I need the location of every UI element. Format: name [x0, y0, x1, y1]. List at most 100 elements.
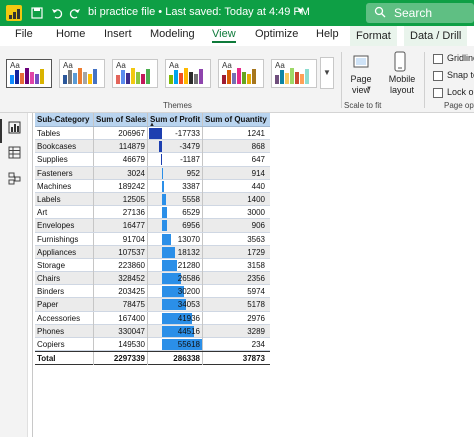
- theme-color-swatch: [252, 69, 256, 84]
- mobile-layout-label[interactable]: Mobile layout: [387, 74, 417, 96]
- save-icon[interactable]: [29, 5, 45, 21]
- table-row[interactable]: Appliances 107537 18132 1729: [35, 245, 270, 259]
- table-row[interactable]: Machines 189242 3387 440: [35, 179, 270, 193]
- table-row[interactable]: Bookcases 114879 -3479 868: [35, 140, 270, 154]
- theme-color-swatch: [73, 73, 77, 84]
- cell-sum-of-sales: 189242: [93, 179, 147, 193]
- tab-data-drill[interactable]: Data / Drill: [404, 26, 468, 46]
- theme-card[interactable]: Aa: [6, 59, 52, 88]
- cell-sum-of-quantity: 906: [202, 219, 267, 233]
- table-row[interactable]: Chairs 328452 26586 2356: [35, 272, 270, 286]
- cell-sum-of-profit: 5558: [147, 192, 202, 206]
- page-view-icon[interactable]: [352, 53, 370, 71]
- theme-color-swatch: [184, 68, 188, 84]
- cell-sum-of-profit: -3479: [147, 140, 202, 154]
- cell-sum-of-sales: 107537: [93, 245, 147, 259]
- cell-sum-of-quantity: 440: [202, 179, 267, 193]
- tab-view[interactable]: View: [212, 28, 236, 43]
- theme-card[interactable]: Aa: [165, 59, 211, 88]
- profit-value: 13070: [177, 234, 200, 244]
- tab-help[interactable]: Help: [316, 28, 339, 40]
- cell-sub-category: Bookcases: [37, 142, 77, 152]
- menu-bar: File Home Insert Modeling View Optimize …: [0, 26, 474, 46]
- table-row[interactable]: Storage 223860 21280 3158: [35, 258, 270, 273]
- total-sales: 2297339: [93, 352, 147, 366]
- profit-data-bar: [161, 167, 163, 179]
- theme-card[interactable]: Aa: [112, 59, 158, 88]
- column-header-sum-of-sales[interactable]: Sum of Sales: [93, 113, 147, 126]
- table-row[interactable]: Envelopes 16477 6956 906: [35, 219, 270, 233]
- theme-card[interactable]: Aa: [59, 59, 105, 88]
- tab-file[interactable]: File: [15, 28, 33, 40]
- cell-sum-of-quantity: 5974: [202, 285, 267, 299]
- table-row[interactable]: Tables 206967 -17733 1241: [35, 127, 270, 141]
- snap-to-grid-checkbox[interactable]: [433, 71, 443, 81]
- cell-sum-of-sales: 328452: [93, 272, 147, 286]
- table-row[interactable]: Binders 203425 30200 5974: [35, 285, 270, 299]
- table-row[interactable]: Accessories 167400 41936 2976: [35, 311, 270, 325]
- theme-color-swatch: [131, 68, 135, 84]
- cell-sub-category: Chairs: [37, 274, 61, 284]
- cell-sum-of-profit: 6956: [147, 219, 202, 233]
- tab-format[interactable]: Format: [350, 26, 397, 46]
- table-row[interactable]: Phones 330047 44516 3289: [35, 324, 270, 338]
- gridlines-checkbox[interactable]: [433, 54, 443, 64]
- table-row[interactable]: Fasteners 3024 952 914: [35, 166, 270, 180]
- theme-color-swatch: [227, 70, 231, 84]
- cell-sum-of-quantity: 1729: [202, 245, 267, 259]
- tab-optimize[interactable]: Optimize: [255, 28, 298, 40]
- cell-sub-category: Accessories: [37, 313, 81, 323]
- theme-color-swatches: [116, 68, 150, 84]
- table-view-icon[interactable]: [7, 145, 21, 159]
- table-row[interactable]: Copiers 149530 55618 234: [35, 338, 270, 352]
- tab-modeling[interactable]: Modeling: [150, 28, 195, 40]
- table-row[interactable]: Supplies 46679 -1187 647: [35, 153, 270, 167]
- profit-data-bar: [161, 233, 172, 245]
- theme-card[interactable]: Aa: [218, 59, 264, 88]
- theme-color-swatch: [63, 75, 67, 84]
- cell-sum-of-profit: 13070: [147, 232, 202, 246]
- cell-sub-category: Copiers: [37, 340, 65, 349]
- page-view-label[interactable]: Page view: [348, 74, 374, 96]
- redo-icon[interactable]: [67, 5, 83, 21]
- search-box[interactable]: Search: [366, 3, 474, 23]
- cell-sum-of-sales: 114879: [93, 140, 147, 154]
- column-header-sub-category[interactable]: Sub-Category: [37, 113, 93, 126]
- title-dropdown-icon[interactable]: ▼: [296, 6, 305, 16]
- theme-color-swatch: [232, 73, 236, 84]
- table-row[interactable]: Art 27136 6529 3000: [35, 206, 270, 220]
- profit-value: 3387: [182, 181, 200, 191]
- table-row[interactable]: Labels 12505 5558 1400: [35, 192, 270, 207]
- tab-home[interactable]: Home: [56, 28, 85, 40]
- theme-color-swatch: [285, 73, 289, 84]
- profit-value: -17733: [175, 129, 200, 138]
- theme-color-swatch: [78, 68, 82, 84]
- undo-icon[interactable]: [49, 5, 65, 21]
- lock-objects-checkbox[interactable]: [433, 88, 443, 98]
- cell-sum-of-sales: 203425: [93, 285, 147, 299]
- column-header-sum-of-profit[interactable]: Sum of Profit: [147, 113, 202, 126]
- profit-value: 41936: [177, 313, 200, 323]
- cell-sum-of-sales: 330047: [93, 324, 147, 338]
- cell-sum-of-quantity: 647: [202, 153, 267, 167]
- profit-data-bar: [149, 128, 162, 139]
- profit-data-bar: [161, 246, 175, 258]
- table-row[interactable]: Furnishings 91704 13070 3563: [35, 232, 270, 246]
- mobile-layout-icon[interactable]: [393, 51, 407, 73]
- page-view-dropdown-icon[interactable]: ▼: [366, 86, 372, 92]
- report-view-icon[interactable]: [7, 120, 21, 134]
- page-options-group-label: Page opti: [444, 101, 474, 110]
- table-row[interactable]: Paper 78475 34053 5178: [35, 298, 270, 312]
- theme-card[interactable]: Aa: [271, 59, 317, 88]
- tab-insert[interactable]: Insert: [104, 28, 132, 40]
- ribbon-separator: [424, 52, 425, 108]
- themes-more-button[interactable]: ▼: [320, 57, 334, 89]
- cell-sum-of-profit: 34053: [147, 298, 202, 312]
- column-header-sum-of-quantity[interactable]: Sum of Quantity: [202, 113, 267, 126]
- cell-sub-category: Furnishings: [37, 234, 79, 244]
- cell-sub-category: Envelopes: [37, 221, 75, 231]
- cell-sum-of-profit: -1187: [147, 153, 202, 167]
- matrix-visual[interactable]: Sub-Category Sum of Sales Sum of Profit …: [35, 113, 270, 366]
- model-view-icon[interactable]: [7, 171, 21, 185]
- cell-sum-of-profit: 952: [147, 166, 202, 180]
